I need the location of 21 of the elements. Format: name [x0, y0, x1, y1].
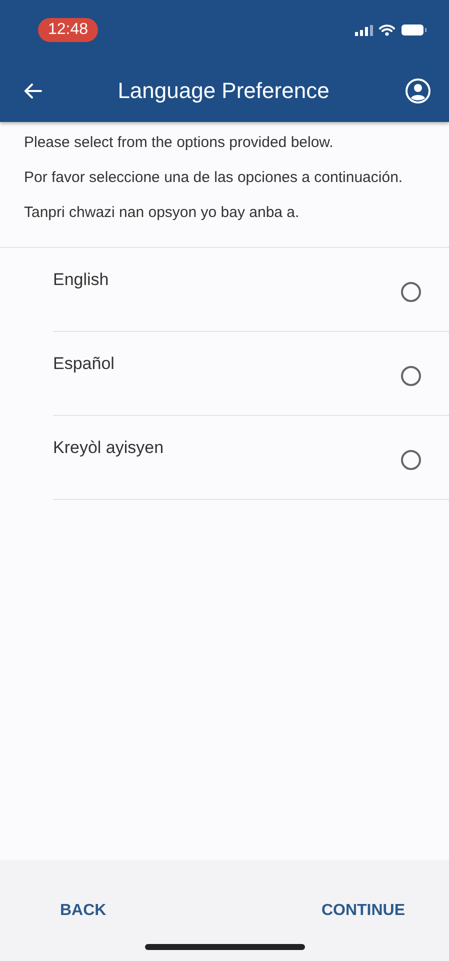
back-button[interactable]: BACK [56, 898, 110, 924]
radio-button[interactable] [401, 450, 421, 470]
status-time: 12:48 [38, 18, 98, 42]
language-option[interactable]: Español [53, 332, 449, 416]
instruction-text: Please select from the options provided below. [24, 134, 334, 152]
language-option[interactable]: Kreyòl ayisyen [53, 416, 449, 500]
instruction-text: Tanpri chwazi nan opsyon yo bay anba a. [24, 204, 300, 222]
option-label: Kreyòl ayisyen [53, 438, 164, 458]
wifi-icon [379, 24, 395, 36]
screen-title: Language Preference [116, 78, 330, 104]
option-label: English [53, 270, 109, 290]
continue-button[interactable]: CONTINUE [317, 898, 409, 924]
instruction-text: Por favor seleccione una de las opciones a continuación. [24, 169, 404, 187]
battery-icon [401, 24, 427, 36]
signal-icon [355, 24, 373, 36]
option-label: Español [53, 354, 114, 374]
back-arrow-icon[interactable] [24, 83, 42, 99]
profile-icon[interactable] [405, 78, 431, 104]
language-option[interactable]: English [53, 248, 449, 332]
radio-button[interactable] [401, 282, 421, 302]
radio-button[interactable] [401, 366, 421, 386]
